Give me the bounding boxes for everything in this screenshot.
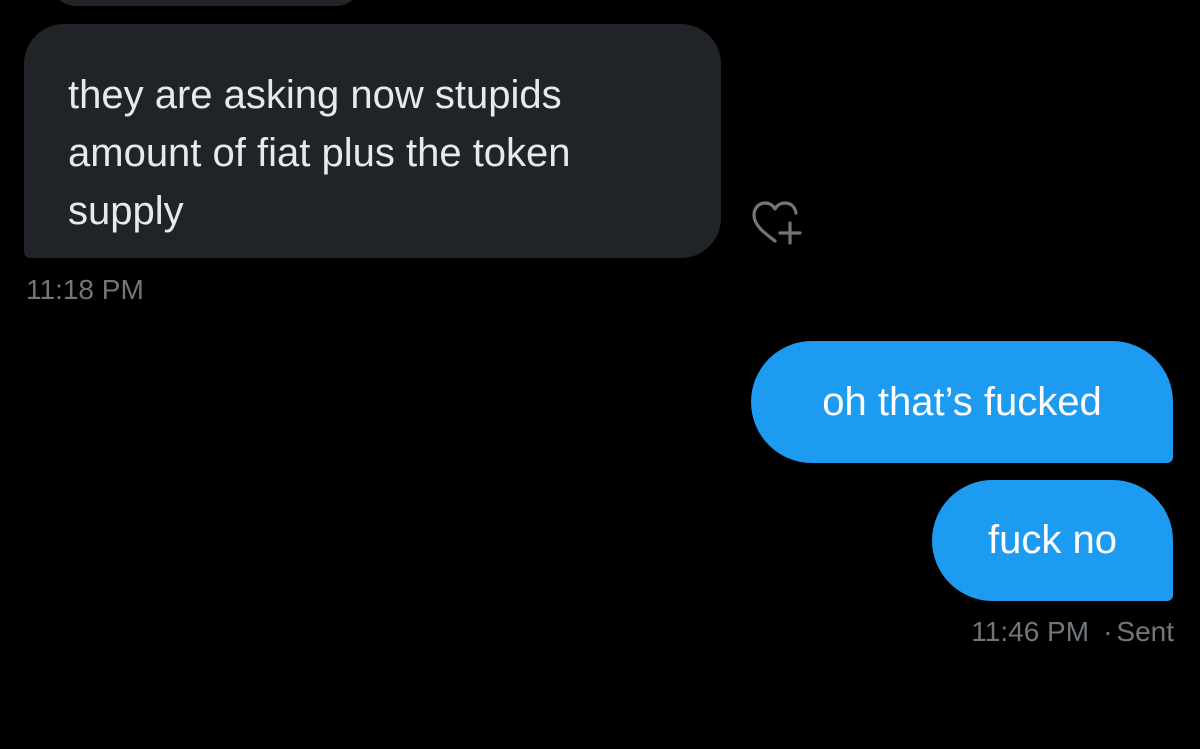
outgoing-message-bubble[interactable]: oh that’s fucked (751, 341, 1173, 463)
incoming-timestamp: 11:18 PM (26, 274, 144, 305)
outgoing-message-text: fuck no (988, 518, 1117, 562)
sent-status: Sent (1116, 616, 1174, 647)
outgoing-timestamp: 11:46 PM (971, 616, 1090, 647)
outgoing-message-bubble[interactable]: fuck no (932, 480, 1173, 601)
incoming-message-text: they are asking now stupids amount of fi… (68, 73, 571, 233)
meta-separator: · (1103, 616, 1113, 647)
outgoing-message-meta: 11:46 PM · Sent (971, 614, 1174, 650)
incoming-message-bubble[interactable]: they are asking now stupids amount of fi… (24, 24, 721, 258)
outgoing-message-text: oh that’s fucked (822, 379, 1102, 424)
heart-plus-icon (748, 198, 804, 253)
add-reaction-button[interactable] (748, 200, 804, 250)
previous-message-bubble (50, 0, 362, 6)
